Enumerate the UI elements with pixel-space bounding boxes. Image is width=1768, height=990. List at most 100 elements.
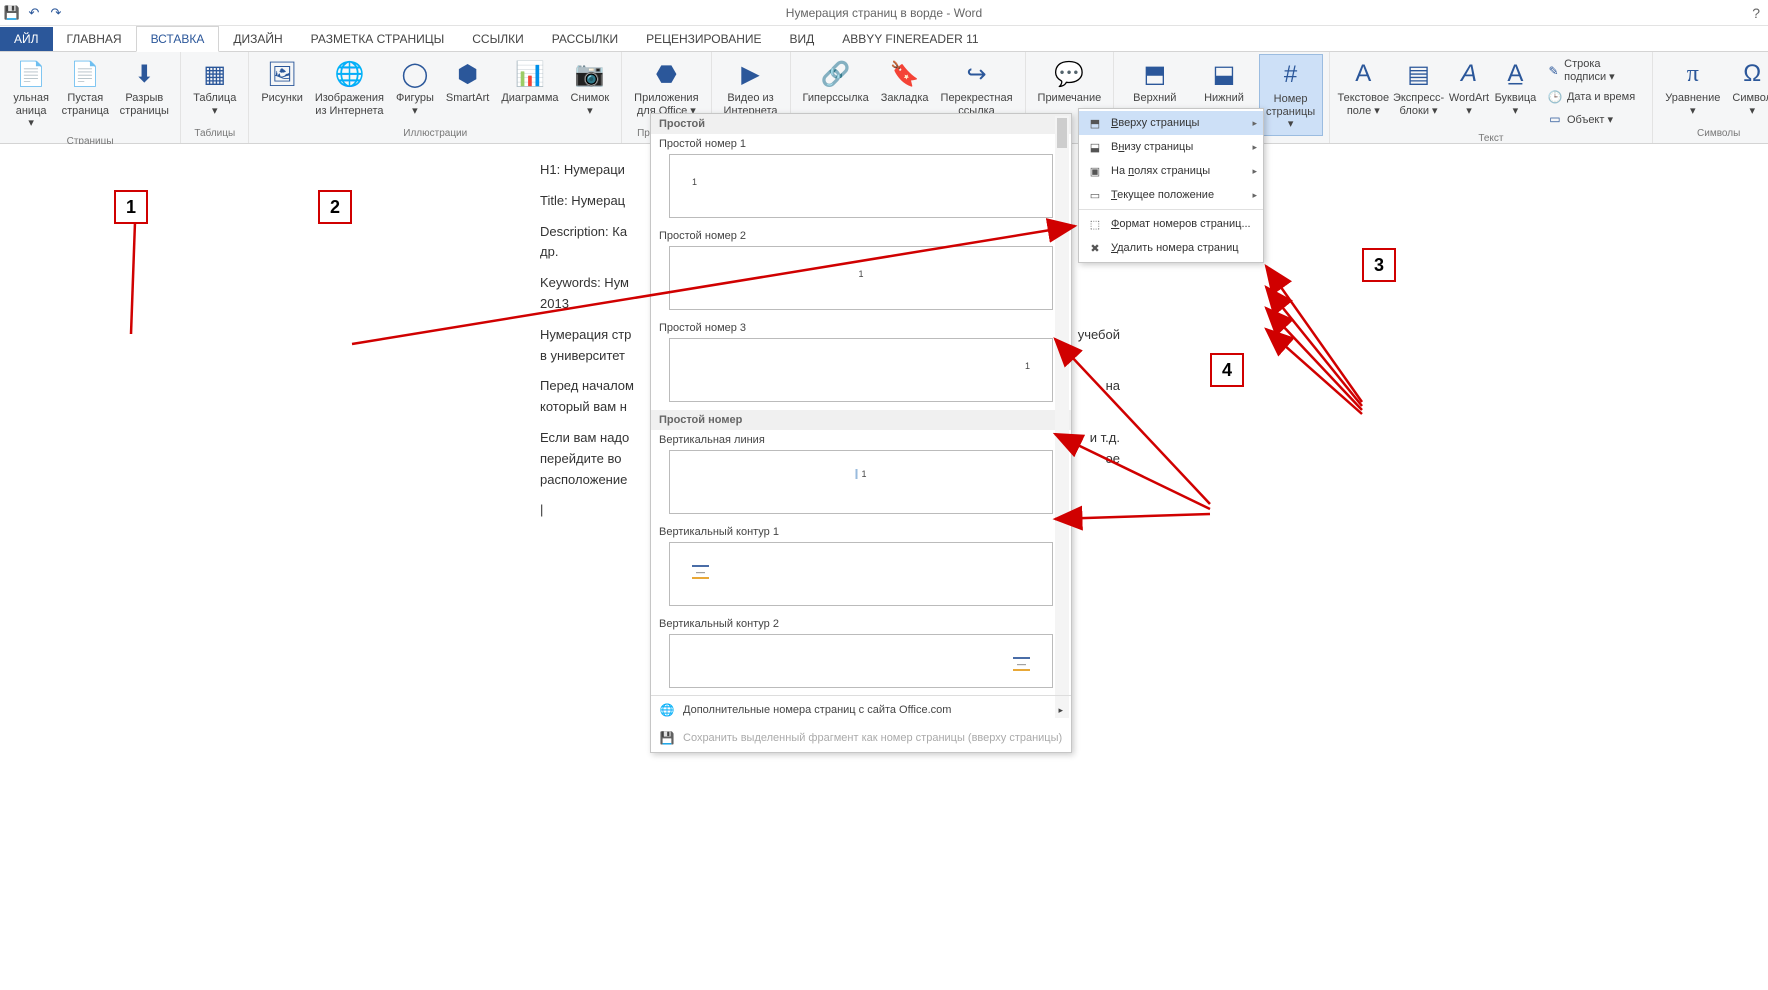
submenu-current-position[interactable]: ▭Текущее положение▸ (1079, 183, 1263, 207)
gallery-header-simple: Простой (651, 114, 1071, 134)
video-icon: ▶ (735, 58, 767, 90)
tab-design[interactable]: ДИЗАЙН (219, 27, 296, 51)
chart-button[interactable]: 📊Диаграмма (495, 54, 564, 109)
signature-line-button[interactable]: ✎Строка подписи ▾ (1543, 56, 1642, 85)
format-icon: ⬚ (1087, 216, 1103, 232)
cover-page-button[interactable]: 📄ульнаяаница ▾ (6, 54, 56, 134)
help-icon[interactable]: ? (1752, 5, 1760, 21)
object-button[interactable]: ▭Объект ▾ (1543, 109, 1642, 129)
comment-icon: 💬 (1053, 58, 1085, 90)
group-pages: 📄ульнаяаница ▾ 📄Пустаястраница ⬇Разрывст… (0, 52, 181, 143)
dropcap-button[interactable]: A̲Буквица▾ (1492, 54, 1539, 121)
annotation-4: 4 (1210, 353, 1244, 387)
gallery-item-6[interactable]: — (669, 634, 1053, 688)
gallery-item-2[interactable]: 1 (669, 246, 1053, 310)
chevron-right-icon: ▸ (1252, 190, 1257, 201)
hyperlink-button[interactable]: 🔗Гиперссылка (797, 54, 875, 109)
tab-view[interactable]: ВИД (776, 27, 829, 51)
page-number-submenu: ⬒Вверху страницы▸ ⬓Внизу страницы▸ ▣На п… (1078, 108, 1264, 263)
submenu-top-of-page[interactable]: ⬒Вверху страницы▸ (1079, 111, 1263, 135)
date-time-button[interactable]: 🕒Дата и время (1543, 87, 1642, 107)
remove-icon: ✖ (1087, 240, 1103, 256)
gallery-more-office[interactable]: 🌐Дополнительные номера страниц с сайта O… (651, 696, 1071, 724)
bookmark-button[interactable]: 🔖Закладка (875, 54, 935, 109)
tab-abbyy[interactable]: ABBYY FineReader 11 (828, 27, 992, 51)
symbol-button[interactable]: ΩСимвол▾ (1726, 54, 1768, 121)
quick-access-toolbar: 💾 ↶ ↷ (0, 5, 64, 21)
object-icon: ▭ (1547, 111, 1563, 127)
redo-icon[interactable]: ↷ (48, 5, 64, 21)
office-icon: 🌐 (659, 702, 675, 718)
save-selection-icon: 💾 (659, 730, 675, 746)
window-title: Нумерация страниц в ворде - Word (786, 6, 982, 20)
chevron-right-icon: ▸ (1252, 118, 1257, 129)
annotation-2: 2 (318, 190, 352, 224)
submenu-separator (1079, 209, 1263, 210)
page-number-icon: # (1275, 59, 1307, 91)
group-text: AТекстовоеполе ▾ ▤Экспресс-блоки ▾ AWord… (1330, 52, 1654, 143)
page-number-gallery: Простой Простой номер 1 1 Простой номер … (650, 113, 1072, 753)
undo-icon[interactable]: ↶ (26, 5, 42, 21)
save-icon[interactable]: 💾 (4, 5, 20, 21)
crossref-icon: ↪ (961, 58, 993, 90)
group-tables: ▦Таблица▾ Таблицы (181, 52, 249, 143)
gallery-scrollbar[interactable] (1055, 116, 1069, 718)
smartart-icon: ⬢ (452, 58, 484, 90)
equation-button[interactable]: πУравнение▾ (1659, 54, 1726, 121)
gallery-item-5[interactable]: — (669, 542, 1053, 606)
symbol-icon: Ω (1736, 58, 1768, 90)
submenu-page-margins[interactable]: ▣На полях страницы▸ (1079, 159, 1263, 183)
submenu-remove-numbers[interactable]: ✖Удалить номера страниц (1079, 236, 1263, 260)
gallery-item-6-label: Вертикальный контур 2 (651, 614, 1071, 634)
submenu-format-numbers[interactable]: ⬚Формат номеров страниц... (1079, 212, 1263, 236)
gallery-item-2-label: Простой номер 2 (651, 226, 1071, 246)
current-position-icon: ▭ (1087, 187, 1103, 203)
group-label-tables: Таблицы (194, 126, 235, 141)
page-break-button[interactable]: ⬇Разрывстраницы (114, 54, 174, 121)
quickparts-button[interactable]: ▤Экспресс-блоки ▾ (1391, 54, 1446, 121)
smartart-button[interactable]: ⬢SmartArt (440, 54, 495, 109)
gallery-save-selection: 💾Сохранить выделенный фрагмент как номер… (651, 724, 1071, 752)
wordart-button[interactable]: AWordArt▾ (1446, 54, 1492, 121)
signature-icon: ✎ (1547, 63, 1560, 79)
equation-icon: π (1677, 58, 1709, 90)
group-illustrations: 🖼Рисунки 🌐Изображенияиз Интернета ◯Фигур… (249, 52, 622, 143)
tab-review[interactable]: РЕЦЕНЗИРОВАНИЕ (632, 27, 775, 51)
table-button[interactable]: ▦Таблица▾ (187, 54, 242, 121)
annotation-3: 3 (1362, 248, 1396, 282)
tab-references[interactable]: ССЫЛКИ (458, 27, 537, 51)
online-pictures-button[interactable]: 🌐Изображенияиз Интернета (309, 54, 390, 121)
wordart-icon: A (1453, 58, 1485, 90)
crossref-button[interactable]: ↪Перекрестнаяссылка (935, 54, 1019, 121)
page-number-button[interactable]: #Номерстраницы ▾ (1259, 54, 1323, 136)
chevron-right-icon: ▸ (1252, 142, 1257, 153)
tab-home[interactable]: ГЛАВНАЯ (53, 27, 136, 51)
cover-page-icon: 📄 (15, 58, 47, 90)
tab-insert[interactable]: ВСТАВКА (136, 26, 220, 52)
video-button[interactable]: ▶Видео изИнтернета (718, 54, 784, 121)
gallery-item-1-label: Простой номер 1 (651, 134, 1071, 154)
screenshot-button[interactable]: 📷Снимок▾ (565, 54, 616, 121)
gallery-item-3[interactable]: 1 (669, 338, 1053, 402)
textbox-button[interactable]: AТекстовоеполе ▾ (1336, 54, 1391, 121)
shapes-button[interactable]: ◯Фигуры▾ (390, 54, 440, 121)
gallery-item-4[interactable]: 1 (669, 450, 1053, 514)
page-bottom-icon: ⬓ (1087, 139, 1103, 155)
title-bar: 💾 ↶ ↷ Нумерация страниц в ворде - Word ? (0, 0, 1768, 26)
gallery-item-1[interactable]: 1 (669, 154, 1053, 218)
bookmark-icon: 🔖 (889, 58, 921, 90)
apps-icon: ⬣ (650, 58, 682, 90)
ribbon-tabs: АЙЛ ГЛАВНАЯ ВСТАВКА ДИЗАЙН РАЗМЕТКА СТРА… (0, 26, 1768, 52)
gallery-item-5-label: Вертикальный контур 1 (651, 522, 1071, 542)
blank-page-button[interactable]: 📄Пустаястраница (56, 54, 114, 121)
submenu-bottom-of-page[interactable]: ⬓Внизу страницы▸ (1079, 135, 1263, 159)
gallery-item-4-label: Вертикальная линия (651, 430, 1071, 450)
header-icon: ⬒ (1139, 58, 1171, 90)
comment-button[interactable]: 💬Примечание (1032, 54, 1108, 109)
tab-file[interactable]: АЙЛ (0, 27, 53, 51)
pictures-button[interactable]: 🖼Рисунки (255, 54, 309, 109)
apps-button[interactable]: ⬣Приложениядля Office ▾ (628, 54, 704, 121)
tab-layout[interactable]: РАЗМЕТКА СТРАНИЦЫ (297, 27, 459, 51)
tab-mailings[interactable]: РАССЫЛКИ (538, 27, 632, 51)
dropcap-icon: A̲ (1499, 58, 1531, 90)
